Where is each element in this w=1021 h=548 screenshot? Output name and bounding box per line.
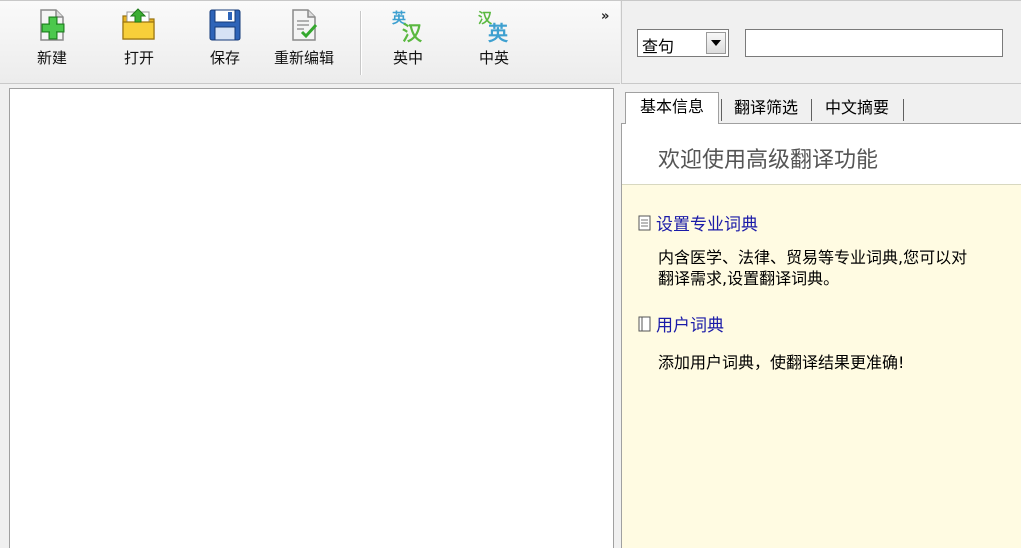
tab-chinese-summary[interactable]: 中文摘要 bbox=[813, 94, 901, 124]
re-edit-button-label: 重新编辑 bbox=[274, 49, 335, 67]
new-icon bbox=[40, 9, 65, 41]
new-button-label: 新建 bbox=[36, 49, 67, 67]
professional-dict-link[interactable]: 设置专业词典 bbox=[656, 210, 758, 235]
save-button[interactable]: 保存 bbox=[207, 7, 243, 67]
book-icon bbox=[638, 316, 651, 331]
zh-en-button-label: 中英 bbox=[478, 49, 509, 67]
query-mode-value: 查句 bbox=[642, 37, 675, 56]
svg-text:汉: 汉 bbox=[402, 21, 423, 43]
document-icon bbox=[638, 215, 651, 230]
tab-divider bbox=[721, 99, 722, 121]
tab-label: 基本信息 bbox=[639, 97, 704, 116]
user-dict-description: 添加用户词典，使翻译结果更准确! bbox=[658, 352, 904, 373]
welcome-header: 欢迎使用高级翻译功能 bbox=[622, 124, 1021, 185]
save-button-label: 保存 bbox=[209, 49, 240, 67]
description-line: 添加用户词典，使翻译结果更准确! bbox=[658, 353, 905, 372]
open-button-label: 打开 bbox=[123, 49, 154, 67]
new-button[interactable]: 新建 bbox=[34, 7, 70, 67]
en-to-zh-icon: 英 汉 bbox=[391, 10, 423, 43]
en-zh-button-label: 英中 bbox=[392, 49, 423, 67]
tab-divider bbox=[903, 99, 904, 121]
app-window: 新建 打开 保存 重新编辑 英 汉 英中 汉 英 中英 » 查句 基本信息 翻译… bbox=[0, 0, 1021, 548]
save-disk-icon bbox=[209, 9, 241, 41]
tab-translation-filter[interactable]: 翻译筛选 bbox=[723, 94, 809, 124]
dropdown-arrow-button[interactable] bbox=[706, 32, 726, 54]
section-user-dict[interactable]: 用户词典 bbox=[638, 311, 724, 336]
open-button[interactable]: 打开 bbox=[121, 7, 157, 67]
tab-label: 翻译筛选 bbox=[733, 98, 798, 117]
description-line: 翻译需求,设置翻译词典。 bbox=[658, 269, 840, 288]
chevron-down-icon bbox=[711, 40, 721, 46]
professional-dict-description: 内含医学、法律、贸易等专业词典,您可以对 翻译需求,设置翻译词典。 bbox=[658, 247, 967, 289]
welcome-title: 欢迎使用高级翻译功能 bbox=[658, 148, 879, 173]
panel-tabs: 基本信息 翻译筛选 中文摘要 bbox=[621, 92, 1021, 124]
tab-divider bbox=[811, 99, 812, 121]
description-line: 内含医学、法律、贸易等专业词典,您可以对 bbox=[658, 248, 968, 267]
section-professional-dict[interactable]: 设置专业词典 bbox=[638, 210, 758, 235]
info-panel: 基本信息 翻译筛选 中文摘要 欢迎使用高级翻译功能 设置专业词典 内含医学、法律… bbox=[621, 84, 1021, 548]
search-input[interactable] bbox=[745, 29, 1003, 57]
toolbar-separator bbox=[360, 11, 362, 75]
tab-content: 欢迎使用高级翻译功能 设置专业词典 内含医学、法律、贸易等专业词典,您可以对 翻… bbox=[621, 123, 1021, 548]
toolbar-overflow-chevron[interactable]: » bbox=[601, 9, 610, 24]
user-dict-link[interactable]: 用户词典 bbox=[656, 311, 724, 336]
zh-en-button[interactable]: 汉 英 中英 bbox=[476, 7, 512, 67]
tab-label: 中文摘要 bbox=[824, 98, 889, 117]
query-mode-select[interactable]: 查句 bbox=[637, 29, 729, 57]
search-area: 查句 bbox=[621, 1, 1021, 84]
en-zh-button[interactable]: 英 汉 英中 bbox=[390, 7, 426, 67]
open-folder-icon bbox=[122, 8, 155, 40]
tab-basic-info[interactable]: 基本信息 bbox=[625, 92, 719, 124]
zh-to-en-icon: 汉 英 bbox=[478, 11, 509, 43]
re-edit-button[interactable]: 重新编辑 bbox=[274, 7, 334, 67]
translation-editor[interactable] bbox=[9, 88, 614, 548]
svg-text:英: 英 bbox=[488, 21, 509, 43]
edit-document-icon bbox=[292, 9, 318, 41]
toolbar: 新建 打开 保存 重新编辑 英 汉 英中 汉 英 中英 » bbox=[0, 1, 620, 84]
